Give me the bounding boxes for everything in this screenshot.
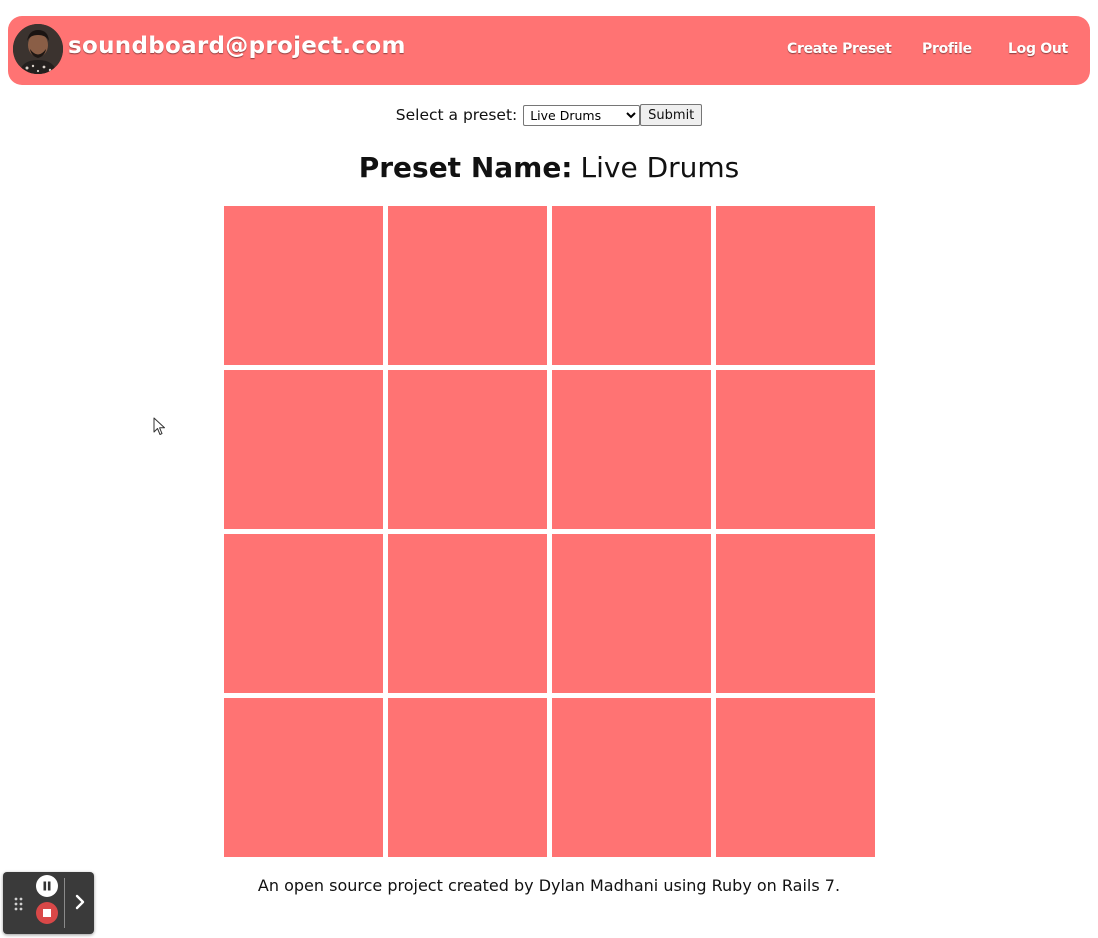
sound-pad-14[interactable]: [388, 698, 547, 857]
avatar-portrait-icon: [13, 24, 63, 74]
sound-pad-6[interactable]: [388, 370, 547, 529]
nav-link-profile[interactable]: Profile: [922, 41, 972, 57]
preset-select-label: Select a preset:: [395, 106, 518, 124]
submit-button[interactable]: Submit: [640, 104, 703, 126]
chevron-right-icon[interactable]: [69, 890, 91, 914]
sound-pad-16[interactable]: [716, 698, 875, 857]
preset-name-value: Live Drums: [580, 151, 740, 184]
user-avatar[interactable]: [13, 24, 63, 74]
preset-selector-form: Select a preset: Live Drums Submit: [0, 104, 1098, 126]
preset-title: Preset Name: Live Drums: [0, 148, 1098, 188]
sound-pad-13[interactable]: [224, 698, 383, 857]
sound-pad-11[interactable]: [552, 534, 711, 693]
pause-button[interactable]: [36, 875, 58, 897]
sound-pad-15[interactable]: [552, 698, 711, 857]
mouse-pointer-icon: [153, 417, 165, 435]
sound-pad-grid: [224, 206, 875, 857]
sound-pad-3[interactable]: [552, 206, 711, 365]
sound-pad-2[interactable]: [388, 206, 547, 365]
sound-pad-10[interactable]: [388, 534, 547, 693]
preset-name-label: Preset Name:: [358, 151, 573, 184]
preset-select[interactable]: Live Drums: [523, 104, 641, 126]
sound-pad-7[interactable]: [552, 370, 711, 529]
sound-pad-1[interactable]: [224, 206, 383, 365]
nav-link-create-preset[interactable]: Create Preset: [787, 41, 892, 57]
drag-grip-icon[interactable]: [13, 896, 25, 912]
footer-credit: An open source project created by Dylan …: [257, 876, 841, 895]
sound-pad-9[interactable]: [224, 534, 383, 693]
sound-pad-5[interactable]: [224, 370, 383, 529]
stop-icon: [43, 909, 51, 917]
top-navbar: soundboard@project.com Create Preset Pro…: [8, 16, 1090, 85]
pause-icon: [43, 881, 51, 891]
recorder-divider: [64, 878, 65, 928]
sound-pad-12[interactable]: [716, 534, 875, 693]
brand-email[interactable]: soundboard@project.com: [68, 33, 406, 59]
screen-recorder-widget: [3, 872, 94, 934]
sound-pad-4[interactable]: [716, 206, 875, 365]
nav-link-log-out[interactable]: Log Out: [1008, 41, 1068, 57]
sound-pad-8[interactable]: [716, 370, 875, 529]
stop-recording-button[interactable]: [36, 902, 58, 924]
